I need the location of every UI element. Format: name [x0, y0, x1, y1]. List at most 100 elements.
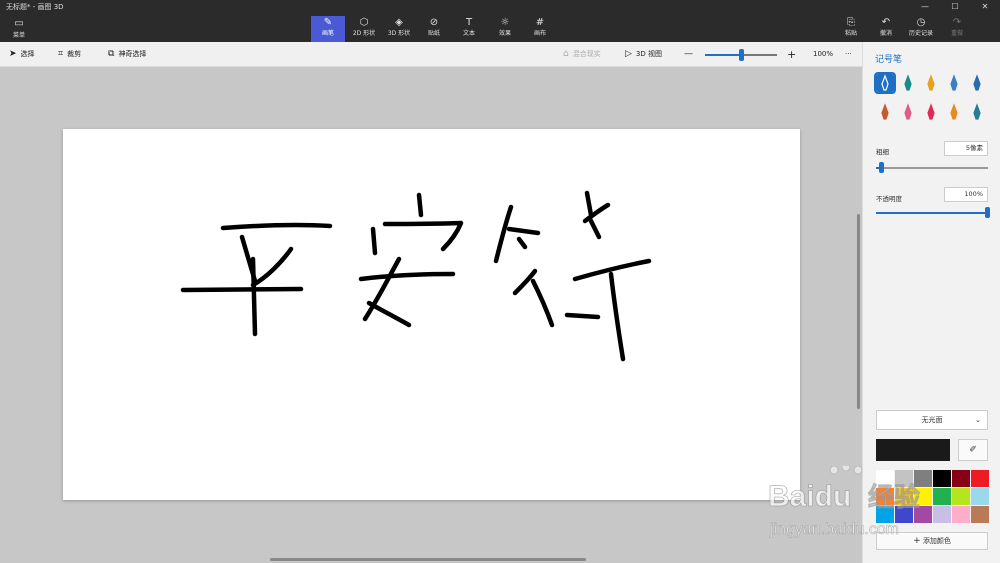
brush-option[interactable]: [945, 74, 963, 92]
tab-2d-shapes[interactable]: ⬡ 2D 形状: [347, 16, 381, 42]
opacity-label: 不透明度: [876, 195, 902, 203]
magic-select-button[interactable]: ⧉ 神奇选择: [108, 48, 146, 61]
crayon-icon: [927, 103, 935, 120]
zoom-slider-thumb[interactable]: [739, 49, 744, 61]
finish-select[interactable]: 无光面 ⌄: [876, 410, 988, 430]
brush-option[interactable]: [876, 103, 894, 121]
pencil-icon: [881, 103, 889, 120]
minimize-button[interactable]: —: [910, 0, 940, 14]
ink-strokes: [180, 190, 652, 362]
zoom-value[interactable]: 100%: [813, 48, 833, 61]
opacity-slider-thumb[interactable]: [985, 207, 990, 218]
title-bar: 无标题* - 画图 3D — ☐ ✕: [0, 0, 1000, 14]
tab-effects[interactable]: ☼ 效果: [488, 16, 522, 42]
redo-button[interactable]: ↷ 重做: [940, 16, 974, 42]
paste-button[interactable]: ⎘ 粘贴: [834, 16, 868, 42]
chevron-down-icon: ⌄: [975, 416, 981, 424]
2d-shapes-icon: ⬡: [359, 17, 369, 28]
tab-text[interactable]: T 文本: [452, 16, 486, 42]
tab-3d-shapes[interactable]: ◈ 3D 形状: [382, 16, 416, 42]
undo-button[interactable]: ↶ 撤消: [869, 16, 903, 42]
thickness-slider-thumb[interactable]: [879, 162, 885, 173]
brush-option[interactable]: [968, 103, 986, 121]
brush-option[interactable]: [899, 74, 917, 92]
plus-icon: +: [913, 536, 921, 546]
horizontal-scrollbar[interactable]: [270, 558, 586, 561]
close-button[interactable]: ✕: [970, 0, 1000, 14]
zoom-out-button[interactable]: —: [684, 48, 693, 61]
color-swatch[interactable]: [933, 470, 951, 487]
text-icon: T: [465, 17, 473, 28]
color-swatch[interactable]: [895, 506, 913, 523]
history-button[interactable]: ◷ 历史记录: [904, 16, 938, 42]
color-swatch[interactable]: [876, 488, 894, 505]
sticker-icon: ⊘: [429, 17, 439, 28]
color-swatch[interactable]: [895, 470, 913, 487]
window-controls: — ☐ ✕: [910, 0, 1000, 14]
brush-option[interactable]: [968, 74, 986, 92]
mixed-reality-icon: ⌂: [563, 49, 569, 59]
spray-can-icon: [950, 103, 958, 120]
zoom-in-button[interactable]: +: [787, 48, 796, 61]
color-swatch[interactable]: [914, 506, 932, 523]
3d-view-icon: ▷: [625, 49, 632, 59]
brush-option[interactable]: [922, 103, 940, 121]
3d-view-button[interactable]: ▷ 3D 视图: [625, 48, 662, 61]
brush-option[interactable]: [945, 103, 963, 121]
current-color-swatch[interactable]: [876, 439, 950, 461]
color-swatch[interactable]: [895, 488, 913, 505]
color-swatch[interactable]: [876, 506, 894, 523]
maximize-button[interactable]: ☐: [940, 0, 970, 14]
crop-icon: ⌗: [58, 49, 64, 59]
color-swatch[interactable]: [876, 470, 894, 487]
zoom-slider-fill: [705, 54, 741, 56]
oil-brush-icon: [927, 74, 935, 91]
more-options-button[interactable]: ···: [845, 48, 852, 61]
color-swatch[interactable]: [914, 470, 932, 487]
color-swatch[interactable]: [952, 506, 970, 523]
paste-icon: ⎘: [847, 17, 855, 28]
opacity-slider-fill: [876, 212, 988, 214]
minus-icon: —: [684, 49, 693, 59]
canvas-icon: #: [535, 17, 545, 28]
eyedropper-icon: ✐: [969, 445, 977, 455]
tab-brushes[interactable]: ✎ 画笔: [311, 16, 345, 42]
color-swatch[interactable]: [952, 470, 970, 487]
crop-button[interactable]: ⌗ 裁剪: [58, 48, 81, 61]
effects-icon: ☼: [500, 17, 510, 28]
color-swatch[interactable]: [914, 488, 932, 505]
marker-icon: [881, 74, 889, 91]
panel-title: 记号笔: [875, 55, 903, 65]
drawing-canvas[interactable]: [63, 129, 800, 500]
color-swatch[interactable]: [952, 488, 970, 505]
watercolor-icon: [950, 74, 958, 91]
brush-option[interactable]: [922, 74, 940, 92]
eraser-icon: [904, 103, 912, 120]
add-color-button[interactable]: + 添加颜色: [876, 532, 988, 550]
color-swatch[interactable]: [933, 488, 951, 505]
color-swatch[interactable]: [971, 488, 989, 505]
color-swatch[interactable]: [971, 506, 989, 523]
brush-option[interactable]: [899, 103, 917, 121]
pixel-pen-icon: [973, 74, 981, 91]
redo-icon: ↷: [952, 17, 962, 28]
menu-button[interactable]: ▭ 菜单: [6, 17, 32, 41]
thickness-label: 粗细: [876, 148, 889, 156]
thickness-slider-track[interactable]: [876, 167, 988, 169]
select-button[interactable]: ➤ 选择: [9, 48, 35, 61]
thickness-input[interactable]: 5像素: [944, 141, 988, 156]
opacity-input[interactable]: 100%: [944, 187, 988, 202]
color-swatch[interactable]: [971, 470, 989, 487]
color-swatch[interactable]: [933, 506, 951, 523]
undo-icon: ↶: [881, 17, 891, 28]
brush-option[interactable]: [874, 72, 896, 94]
tab-canvas[interactable]: # 画布: [523, 16, 557, 42]
ribbon: ▭ 菜单 ✎ 画笔 ⬡ 2D 形状 ◈ 3D 形状 ⊘ 贴纸 T 文本 ☼ 效果…: [0, 14, 1000, 42]
brush-panel: 记号笔 粗细 5像素 不透明度 100% 无光面 ⌄ ✐ + 添加颜色: [862, 42, 1000, 563]
cursor-icon: ➤: [9, 49, 17, 59]
3d-shapes-icon: ◈: [395, 17, 403, 28]
vertical-scrollbar[interactable]: [857, 214, 860, 409]
tab-stickers[interactable]: ⊘ 贴纸: [417, 16, 451, 42]
eyedropper-button[interactable]: ✐: [958, 439, 988, 461]
mixed-reality-button[interactable]: ⌂ 混合现实: [563, 48, 601, 61]
